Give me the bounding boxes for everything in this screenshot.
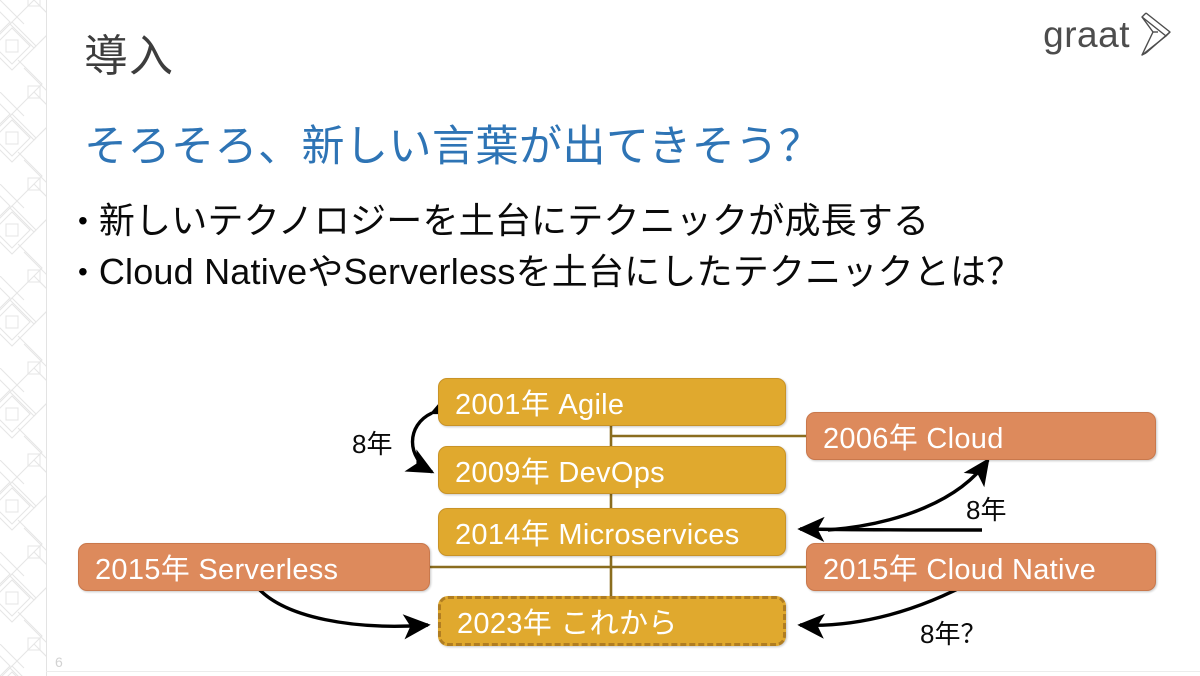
node-label: 2015年 Cloud Native [823,554,1096,586]
bullet-list: • 新しいテクノロジーを土台にテクニックが成長する • Cloud Native… [78,198,1188,300]
node-label: 2009年 DevOps [455,457,665,489]
node-label: 2001年 Agile [455,389,625,421]
node-cloud[interactable]: 2006年 Cloud [806,412,1156,460]
node-microservices[interactable]: 2014年 Microservices [438,508,786,556]
list-item: • Cloud NativeやServerlessを土台にしたテクニックとは？ [78,249,1188,294]
list-item: • 新しいテクノロジーを土台にテクニックが成長する [78,198,1188,243]
list-item-label: Cloud NativeやServerlessを土台にしたテクニックとは？ [98,251,1023,292]
slide-subtitle: そろそろ、新しい言葉が出てきそう？ [84,123,823,171]
list-item-label: 新しいテクノロジーを土台にテクニックが成長する [98,200,930,241]
bullet-marker-icon: • [78,205,88,236]
chevron-right-icon [1141,12,1171,56]
slide-canvas: graat 導入 そろそろ、新しい言葉が出てきそう？ • 新しいテクノロジーを土… [0,0,1200,676]
edge-label-agile-devops: 8年 [352,429,393,459]
node-future[interactable]: 2023年 これから [438,596,786,646]
node-agile[interactable]: 2001年 Agile [438,378,786,426]
page-title: 導入 [84,32,174,81]
node-label: 2015年 Serverless [95,554,339,586]
edge-label-cloudnative-cloud: 8年 [966,495,1007,525]
node-label: 2014年 Microservices [455,519,740,551]
node-label: 2006年 Cloud [823,423,1004,455]
node-devops[interactable]: 2009年 DevOps [438,446,786,494]
brand-logo-text: graat [1043,13,1130,55]
node-cloud-native[interactable]: 2015年 Cloud Native [806,543,1156,591]
edge-label-serverless-future: 8年？ [920,619,987,649]
timeline-diagram: 2001年 Agile 2006年 Cloud 2009年 DevOps 201… [0,340,1200,676]
brand-logo: graat [1043,10,1182,58]
bullet-marker-icon: • [78,256,88,287]
node-label: 2023年 これから [457,608,678,640]
node-serverless[interactable]: 2015年 Serverless [78,543,430,591]
page-number: 6 [55,654,63,670]
